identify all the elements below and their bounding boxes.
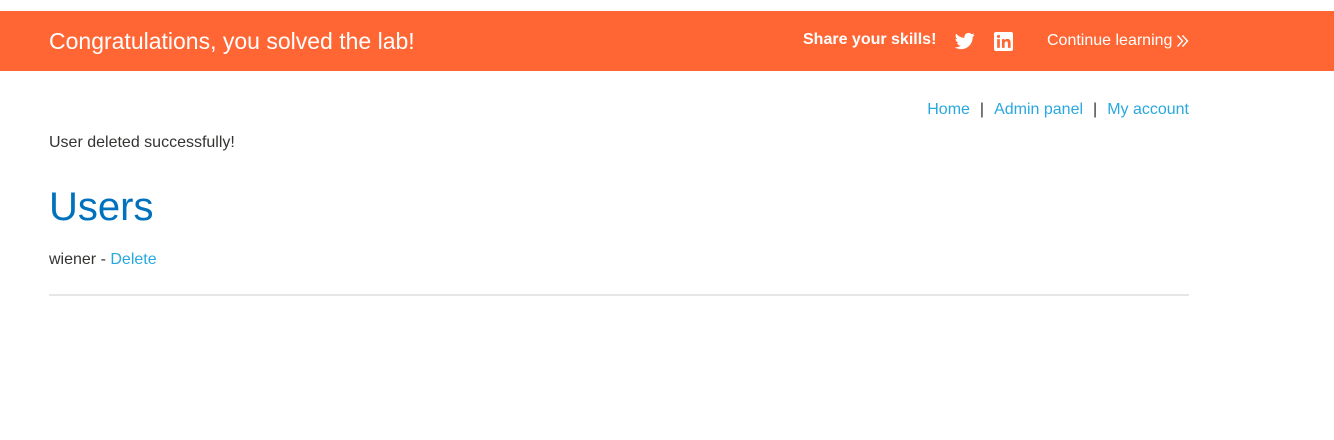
- share-skills-label: Share your skills!: [803, 31, 937, 48]
- status-message: User deleted successfully!: [49, 134, 235, 151]
- lab-solved-banner: Congratulations, you solved the lab! Sha…: [0, 11, 1334, 71]
- continue-learning-label: Continue learning: [1047, 32, 1173, 49]
- nav-separator: |: [979, 101, 985, 118]
- top-navigation: Home | Admin panel | My account: [927, 101, 1189, 119]
- delete-user-link[interactable]: Delete: [110, 251, 156, 268]
- twitter-icon[interactable]: [955, 31, 975, 51]
- double-chevron-right-icon: [1176, 34, 1189, 48]
- user-list-item: wiener - Delete: [49, 251, 157, 269]
- nav-my-account-link[interactable]: My account: [1107, 101, 1189, 119]
- top-strip: [0, 0, 1334, 11]
- banner-title: Congratulations, you solved the lab!: [49, 28, 415, 54]
- continue-learning-link[interactable]: Continue learning: [1047, 32, 1189, 50]
- nav-admin-panel-link[interactable]: Admin panel: [994, 101, 1083, 119]
- linkedin-icon[interactable]: [994, 32, 1013, 51]
- nav-home-link[interactable]: Home: [927, 101, 970, 119]
- username: wiener: [49, 251, 97, 268]
- nav-separator: |: [1093, 101, 1098, 118]
- divider: [49, 294, 1189, 296]
- user-separator: -: [96, 251, 111, 268]
- page-title: Users: [49, 185, 154, 229]
